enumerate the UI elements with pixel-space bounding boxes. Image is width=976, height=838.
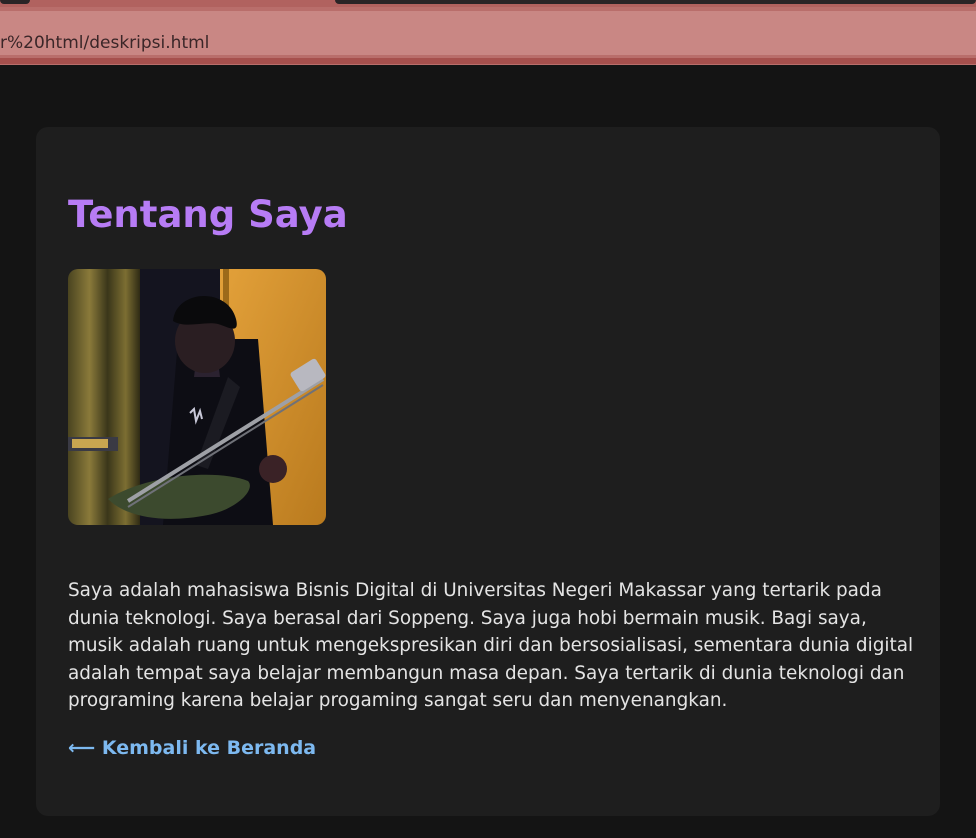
browser-tab[interactable] [335, 0, 976, 4]
profile-photo-illustration [68, 269, 326, 525]
about-card: Tentang Saya Saya adalah mahasiswa Bisni… [36, 127, 940, 816]
back-to-home-link[interactable]: ⟵ Kembali ke Beranda [68, 737, 316, 759]
browser-chrome: r%20html/deskripsi.html [0, 0, 976, 65]
page-content: Tentang Saya Saya adalah mahasiswa Bisni… [0, 65, 976, 838]
toolbar-divider [0, 58, 976, 64]
browser-tab[interactable] [0, 0, 30, 4]
address-bar[interactable]: r%20html/deskripsi.html [0, 11, 976, 55]
profile-photo [68, 269, 326, 525]
about-description: Saya adalah mahasiswa Bisnis Digital di … [68, 580, 914, 711]
tab-strip [0, 0, 976, 7]
url-text[interactable]: r%20html/deskripsi.html [0, 33, 209, 53]
page-title: Tentang Saya [68, 193, 348, 236]
